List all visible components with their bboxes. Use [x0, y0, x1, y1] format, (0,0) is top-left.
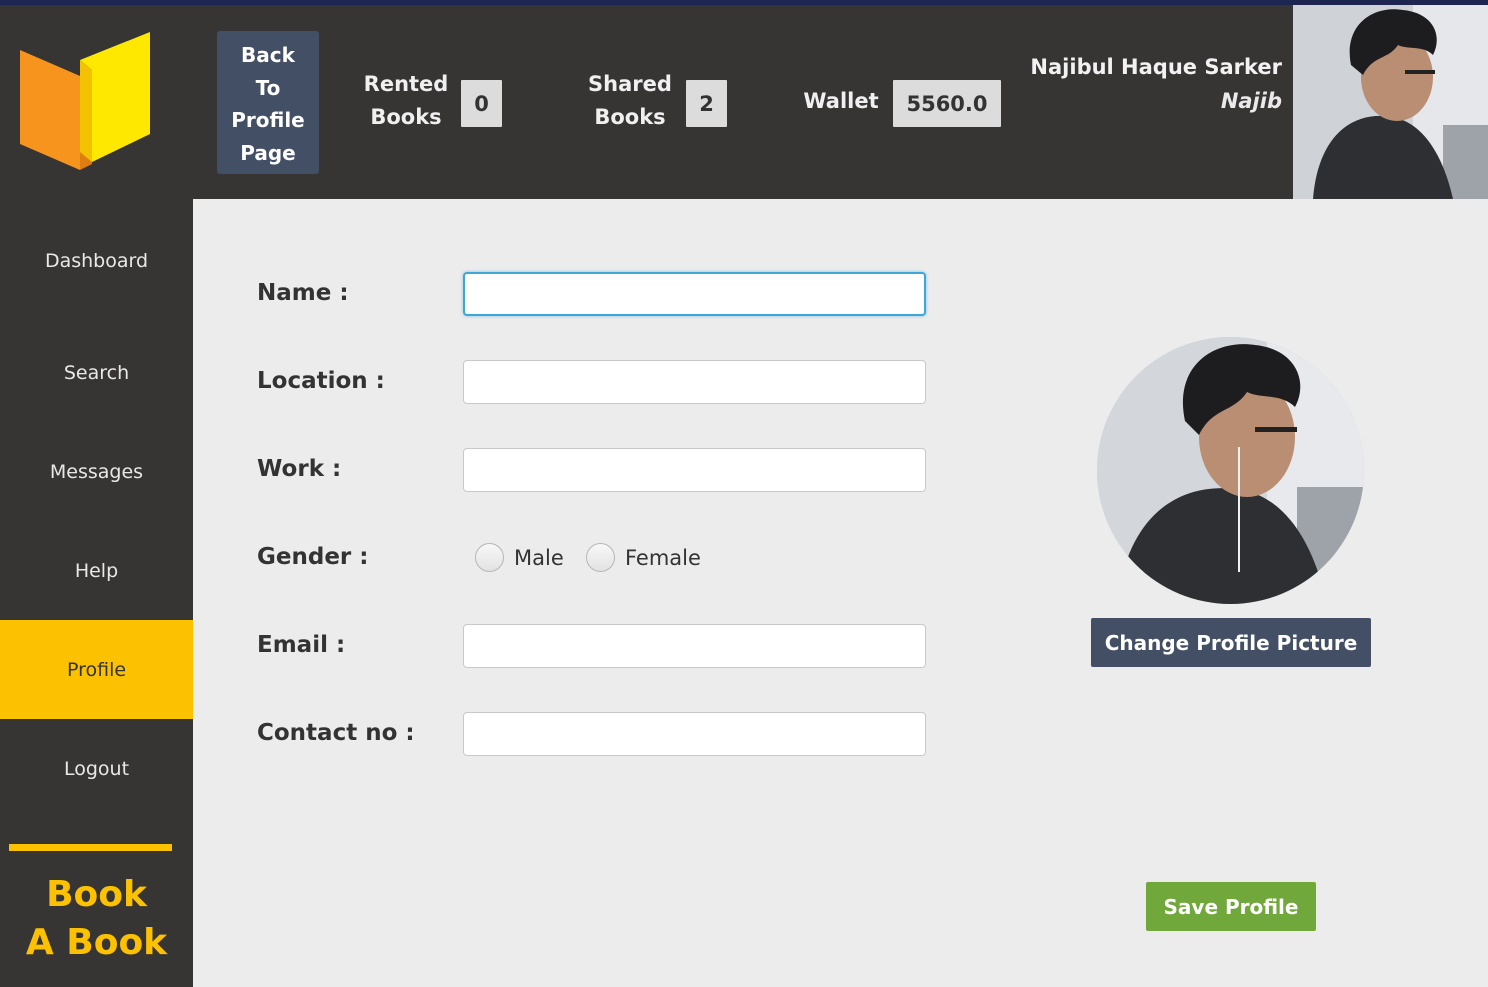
email-field[interactable]	[463, 624, 926, 668]
save-profile-button[interactable]: Save Profile	[1146, 882, 1316, 931]
radio-circle-icon[interactable]	[475, 543, 504, 572]
change-profile-picture-button[interactable]: Change Profile Picture	[1091, 618, 1371, 667]
gender-male-label: Male	[514, 545, 564, 570]
user-full-name: Najibul Haque Sarker	[1030, 55, 1282, 79]
sidebar-item-help[interactable]: Help	[0, 521, 193, 621]
work-field[interactable]	[463, 448, 926, 492]
back-to-profile-button[interactable]: Back To Profile Page	[217, 31, 319, 174]
rented-books-label: Rented Books	[363, 72, 449, 129]
avatar-photo-image	[1097, 337, 1364, 604]
location-label: Location :	[257, 368, 385, 394]
sidebar-item-profile[interactable]: Profile	[0, 620, 193, 719]
brand-line-1: Book	[46, 874, 147, 915]
user-photo-image	[1293, 5, 1488, 199]
sidebar-item-logout[interactable]: Logout	[0, 719, 193, 819]
radio-circle-icon[interactable]	[586, 543, 615, 572]
wallet-balance: 5560.0	[893, 80, 1001, 127]
gender-male-radio[interactable]: Male	[475, 543, 564, 572]
shared-books-label: Shared Books	[588, 72, 672, 129]
header-user-photo	[1293, 5, 1488, 199]
sidebar-item-dashboard[interactable]: Dashboard	[0, 211, 193, 311]
gender-label: Gender :	[257, 544, 369, 570]
header-bar: Back To Profile Page Rented Books 0 Shar…	[0, 5, 1488, 199]
wallet-label: Wallet	[803, 89, 879, 113]
sidebar: Dashboard Search Messages Help Profile L…	[0, 199, 193, 987]
shared-books-count: 2	[686, 80, 727, 127]
sidebar-item-search[interactable]: Search	[0, 323, 193, 423]
gender-female-label: Female	[625, 545, 701, 570]
rented-books-count: 0	[461, 80, 502, 127]
contact-field[interactable]	[463, 712, 926, 756]
brand-line-2: A Book	[25, 922, 168, 963]
gender-female-radio[interactable]: Female	[586, 543, 701, 572]
email-label: Email :	[257, 632, 346, 658]
sidebar-divider	[9, 844, 172, 851]
name-label: Name :	[257, 280, 349, 306]
brand-wordmark: Book A Book	[0, 871, 193, 967]
profile-avatar	[1097, 337, 1364, 604]
location-field[interactable]	[463, 360, 926, 404]
sidebar-item-messages[interactable]: Messages	[0, 422, 193, 522]
user-nickname: Najib	[1220, 89, 1282, 113]
contact-label: Contact no :	[257, 720, 415, 746]
work-label: Work :	[257, 456, 342, 482]
name-field[interactable]	[463, 272, 926, 316]
book-logo-icon	[20, 32, 150, 170]
